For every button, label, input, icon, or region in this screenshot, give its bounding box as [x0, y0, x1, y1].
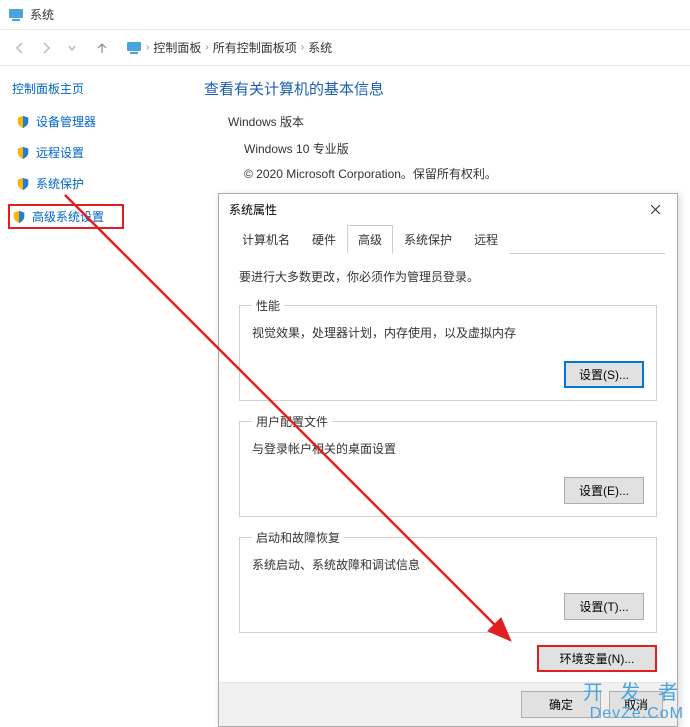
user-profiles-legend: 用户配置文件	[252, 413, 332, 430]
forward-button[interactable]	[36, 38, 56, 58]
startup-recovery-settings-button[interactable]: 设置(T)...	[564, 593, 644, 620]
chevron-right-icon: ›	[301, 42, 304, 53]
chevron-right-icon: ›	[146, 42, 149, 53]
sidebar-item-system-protection[interactable]: 系统保护	[12, 173, 188, 194]
startup-recovery-desc: 系统启动、系统故障和调试信息	[252, 556, 644, 573]
sidebar-item-advanced-system-settings[interactable]: 高级系统设置	[8, 204, 124, 229]
recent-dropdown[interactable]	[62, 38, 82, 58]
startup-recovery-group: 启动和故障恢复 系统启动、系统故障和调试信息 设置(T)...	[239, 529, 657, 633]
tab-system-protection[interactable]: 系统保护	[393, 225, 463, 254]
dialog-title: 系统属性	[229, 201, 277, 218]
user-profiles-group: 用户配置文件 与登录帐户相关的桌面设置 设置(E)...	[239, 413, 657, 517]
sidebar: 控制面板主页 设备管理器 远程设置 系统保护 高级系统设置	[0, 66, 200, 727]
system-properties-dialog: 系统属性 计算机名 硬件 高级 系统保护 远程 要进行大多数更改，你必须作为管理…	[218, 193, 678, 727]
navigation-bar: › 控制面板 › 所有控制面板项 › 系统	[0, 30, 690, 66]
tab-strip: 计算机名 硬件 高级 系统保护 远程	[231, 224, 665, 254]
user-profiles-settings-button[interactable]: 设置(E)...	[564, 477, 644, 504]
up-button[interactable]	[92, 38, 112, 58]
performance-desc: 视觉效果，处理器计划，内存使用，以及虚拟内存	[252, 324, 644, 341]
tab-computer-name[interactable]: 计算机名	[231, 225, 301, 254]
close-button[interactable]	[643, 197, 667, 221]
dialog-footer: 确定 取消	[219, 682, 677, 726]
performance-legend: 性能	[252, 297, 284, 314]
shield-icon	[12, 210, 26, 224]
windows-version-label: Windows 版本	[228, 113, 690, 130]
copyright-text: © 2020 Microsoft Corporation。保留所有权利。	[244, 165, 690, 182]
ok-button[interactable]: 确定	[521, 691, 601, 718]
page-heading: 查看有关计算机的基本信息	[204, 78, 690, 99]
window-title: 系统	[30, 6, 54, 23]
sidebar-item-device-manager[interactable]: 设备管理器	[12, 111, 188, 132]
close-icon	[650, 204, 661, 215]
sidebar-item-label: 系统保护	[36, 175, 84, 192]
sidebar-item-label: 高级系统设置	[32, 208, 104, 225]
breadcrumb-seg[interactable]: 控制面板	[153, 39, 201, 56]
user-profiles-desc: 与登录帐户相关的桌面设置	[252, 440, 644, 457]
shield-icon	[16, 177, 30, 191]
startup-recovery-legend: 启动和故障恢复	[252, 529, 344, 546]
system-icon	[126, 40, 142, 56]
tab-hardware[interactable]: 硬件	[301, 225, 347, 254]
dialog-titlebar: 系统属性	[219, 194, 677, 224]
shield-icon	[16, 146, 30, 160]
breadcrumb-seg[interactable]: 所有控制面板项	[213, 39, 297, 56]
sidebar-home-link[interactable]: 控制面板主页	[12, 80, 188, 97]
windows-edition: Windows 10 专业版	[244, 140, 690, 157]
sidebar-item-label: 设备管理器	[36, 113, 96, 130]
sidebar-item-label: 远程设置	[36, 144, 84, 161]
shield-icon	[16, 115, 30, 129]
breadcrumb[interactable]: › 控制面板 › 所有控制面板项 › 系统	[126, 39, 332, 56]
tab-advanced[interactable]: 高级	[347, 225, 393, 254]
window-titlebar: 系统	[0, 0, 690, 30]
sidebar-item-remote-settings[interactable]: 远程设置	[12, 142, 188, 163]
chevron-right-icon: ›	[205, 42, 208, 53]
admin-note: 要进行大多数更改，你必须作为管理员登录。	[239, 268, 657, 285]
breadcrumb-seg[interactable]: 系统	[308, 39, 332, 56]
environment-variables-button[interactable]: 环境变量(N)...	[537, 645, 657, 672]
performance-group: 性能 视觉效果，处理器计划，内存使用，以及虚拟内存 设置(S)...	[239, 297, 657, 401]
cancel-button[interactable]: 取消	[609, 691, 663, 718]
system-icon	[8, 7, 24, 23]
back-button[interactable]	[10, 38, 30, 58]
performance-settings-button[interactable]: 设置(S)...	[564, 361, 644, 388]
tab-remote[interactable]: 远程	[463, 225, 509, 254]
